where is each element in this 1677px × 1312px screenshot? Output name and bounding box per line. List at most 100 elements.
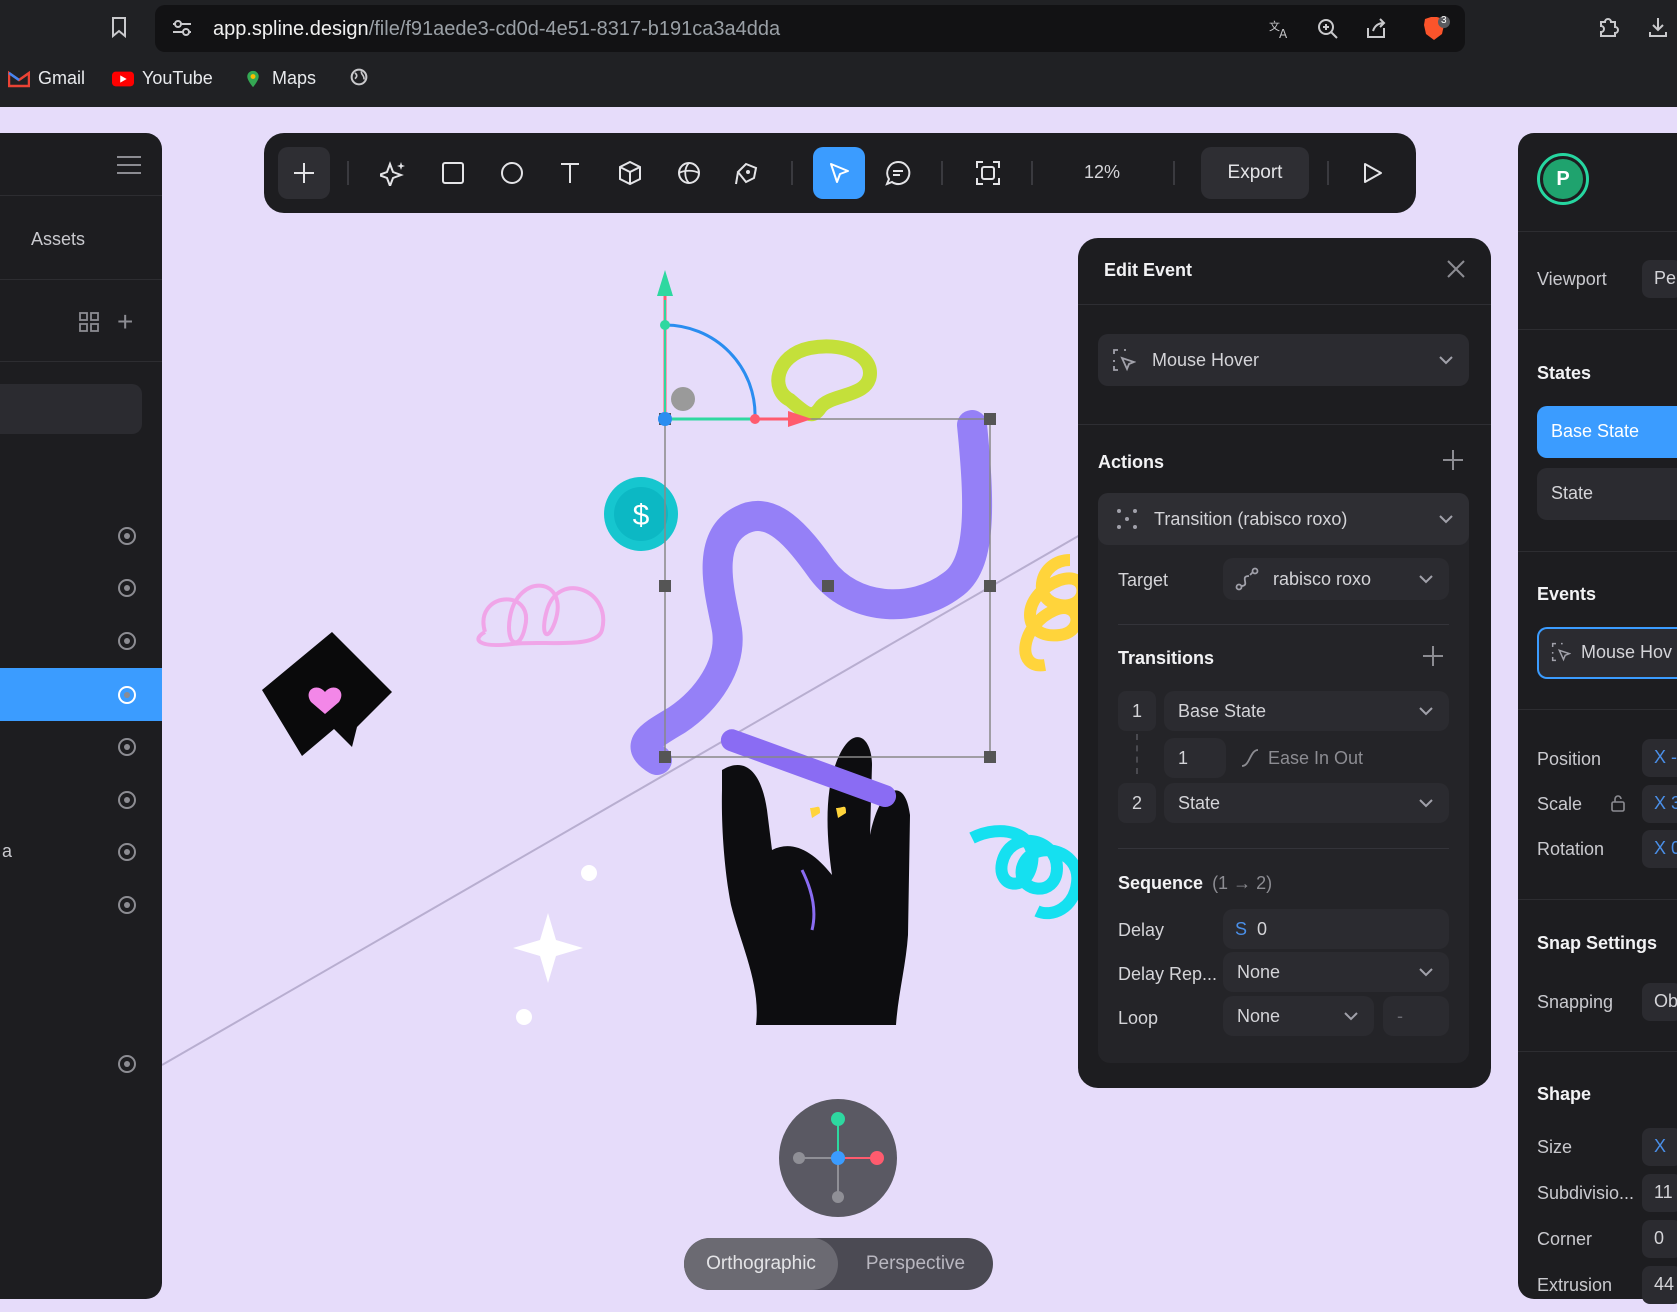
divider bbox=[0, 279, 162, 280]
event-type-dropdown[interactable]: Mouse Hover bbox=[1098, 334, 1469, 386]
delay-input[interactable]: S 0 bbox=[1223, 909, 1449, 949]
visibility-icon[interactable] bbox=[118, 527, 136, 545]
assets-tab[interactable]: Assets bbox=[31, 229, 85, 250]
frame-tool-button[interactable] bbox=[962, 147, 1014, 199]
loop-label: Loop bbox=[1118, 1008, 1159, 1028]
toolbar-separator bbox=[1173, 161, 1175, 185]
divider bbox=[0, 195, 162, 196]
orientation-gizmo[interactable] bbox=[779, 1099, 897, 1217]
snapping-dropdown[interactable]: Ob bbox=[1642, 983, 1677, 1021]
corner-input[interactable]: 0 bbox=[1642, 1220, 1677, 1258]
size-x-input[interactable]: X bbox=[1642, 1128, 1677, 1166]
grid-view-icon[interactable] bbox=[79, 312, 99, 337]
loop-count-value: - bbox=[1397, 1005, 1403, 1026]
text-tool-button[interactable] bbox=[544, 147, 596, 199]
sequence-range: (1 → 2) bbox=[1212, 873, 1273, 893]
ground-axis-line bbox=[161, 534, 1081, 1066]
perspective-button[interactable]: Perspective bbox=[838, 1238, 993, 1290]
layer-name-partial: a bbox=[2, 841, 13, 861]
purple-scribble bbox=[630, 410, 993, 775]
chevron-down-icon bbox=[1439, 511, 1453, 527]
cube-tool-button[interactable] bbox=[604, 147, 656, 199]
layer-row-selected[interactable] bbox=[0, 668, 162, 721]
actions-heading: Actions bbox=[1098, 452, 1165, 472]
visibility-icon[interactable] bbox=[118, 791, 136, 809]
menu-icon[interactable] bbox=[117, 155, 141, 180]
ai-sparkle-button[interactable] bbox=[368, 147, 420, 199]
visibility-icon[interactable] bbox=[118, 896, 136, 914]
state-item-base[interactable]: Base State bbox=[1537, 406, 1677, 458]
add-icon[interactable]: + bbox=[117, 308, 133, 336]
rotation-label: Rotation bbox=[1537, 839, 1605, 859]
shape-heading: Shape bbox=[1537, 1084, 1592, 1104]
chevron-down-icon bbox=[1419, 964, 1433, 980]
event-item[interactable]: Mouse Hov bbox=[1537, 627, 1677, 679]
sequence-heading: Sequence bbox=[1118, 873, 1204, 893]
scale-label: Scale bbox=[1537, 794, 1583, 814]
zoom-level[interactable]: 12% bbox=[1084, 162, 1120, 183]
select-tool-button[interactable] bbox=[813, 147, 865, 199]
divider bbox=[1518, 551, 1677, 552]
visibility-icon[interactable] bbox=[118, 579, 136, 597]
state-label: State bbox=[1551, 483, 1594, 503]
add-object-button[interactable] bbox=[278, 147, 330, 199]
divider bbox=[0, 361, 162, 362]
action-value: Transition (rabisco roxo) bbox=[1154, 508, 1348, 529]
subdivision-label: Subdivisio... bbox=[1537, 1183, 1635, 1203]
viewport-dropdown[interactable]: Pe bbox=[1642, 260, 1677, 298]
chevron-down-icon bbox=[1419, 703, 1433, 719]
export-button[interactable]: Export bbox=[1201, 147, 1309, 199]
visibility-icon[interactable] bbox=[118, 1055, 136, 1073]
size-value: X bbox=[1654, 1136, 1667, 1156]
visibility-icon[interactable] bbox=[118, 843, 136, 861]
search-field[interactable] bbox=[0, 384, 142, 434]
visibility-icon[interactable] bbox=[118, 738, 136, 756]
toolbar-separator bbox=[347, 161, 349, 185]
path-object-icon bbox=[1235, 567, 1259, 591]
snapping-value: Ob bbox=[1654, 991, 1677, 1011]
lock-icon[interactable] bbox=[1610, 794, 1626, 817]
transition-state-dropdown[interactable]: Base State bbox=[1164, 691, 1449, 731]
extrusion-input[interactable]: 44 bbox=[1642, 1266, 1677, 1304]
position-label: Position bbox=[1537, 749, 1602, 769]
main-toolbar: 12% Export bbox=[264, 133, 1416, 213]
scale-x-input[interactable]: X 3 bbox=[1642, 785, 1677, 823]
visibility-icon[interactable] bbox=[118, 632, 136, 650]
loop-dropdown[interactable]: None bbox=[1223, 996, 1374, 1036]
pen-tool-button[interactable] bbox=[721, 147, 773, 199]
orthographic-button[interactable]: Orthographic bbox=[684, 1238, 838, 1290]
comment-tool-button[interactable] bbox=[872, 147, 924, 199]
yellow-spring bbox=[1019, 554, 1089, 672]
add-action-icon[interactable] bbox=[1442, 449, 1464, 475]
ellipse-tool-button[interactable] bbox=[486, 147, 538, 199]
coin-symbol: $ bbox=[633, 499, 650, 532]
chevron-down-icon bbox=[1419, 795, 1433, 811]
sphere-tool-button[interactable] bbox=[663, 147, 715, 199]
rotation-x-input[interactable]: X 0 bbox=[1642, 830, 1677, 868]
target-dropdown[interactable]: rabisco roxo bbox=[1223, 558, 1449, 600]
loop-count-input[interactable]: - bbox=[1383, 996, 1449, 1036]
action-dropdown[interactable]: Transition (rabisco roxo) bbox=[1098, 493, 1469, 545]
viewport-label: Viewport bbox=[1537, 269, 1607, 289]
transition-connector bbox=[1136, 734, 1138, 774]
rectangle-tool-button[interactable] bbox=[427, 147, 479, 199]
divider bbox=[1518, 709, 1677, 710]
play-button[interactable] bbox=[1346, 147, 1398, 199]
transition-state-dropdown[interactable]: State bbox=[1164, 783, 1449, 823]
visibility-icon[interactable] bbox=[118, 686, 136, 704]
avatar[interactable]: P bbox=[1537, 153, 1589, 205]
easing-value[interactable]: Ease In Out bbox=[1268, 748, 1363, 769]
duration-input[interactable]: 1 bbox=[1164, 738, 1226, 778]
size-label: Size bbox=[1537, 1137, 1573, 1157]
position-x-input[interactable]: X - bbox=[1642, 739, 1677, 777]
divider bbox=[1518, 329, 1677, 330]
panel-title: Edit Event bbox=[1104, 260, 1193, 280]
scale-value: X 3 bbox=[1654, 793, 1677, 813]
subdivision-input[interactable]: 11 bbox=[1642, 1174, 1677, 1212]
close-icon[interactable] bbox=[1446, 258, 1466, 286]
add-transition-icon[interactable] bbox=[1422, 645, 1444, 671]
delay-repeat-dropdown[interactable]: None bbox=[1223, 952, 1449, 992]
divider bbox=[1118, 848, 1449, 849]
state-item[interactable]: State bbox=[1537, 468, 1677, 520]
toolbar-separator bbox=[1327, 161, 1329, 185]
